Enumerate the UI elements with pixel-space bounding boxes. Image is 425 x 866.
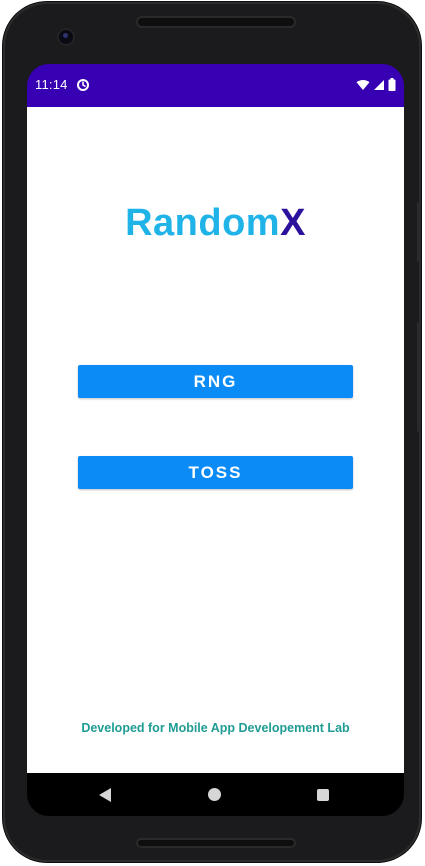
home-icon[interactable]: [208, 788, 221, 801]
app-title-main: Random: [125, 202, 281, 244]
wifi-icon: [356, 79, 370, 90]
status-icons: [356, 78, 396, 91]
phone-frame: 11:14 RandomX RNG TOSS Developed for Mob…: [3, 2, 421, 862]
power-button: [417, 322, 421, 432]
earpiece-speaker: [138, 18, 294, 26]
back-icon[interactable]: [99, 788, 111, 802]
front-camera-icon: [59, 30, 73, 44]
rng-button[interactable]: RNG: [78, 365, 353, 398]
app-title: RandomX: [27, 202, 404, 245]
volume-button: [417, 202, 421, 262]
sync-icon: [77, 79, 89, 91]
navigation-bar: [27, 773, 404, 816]
app-content: RandomX RNG TOSS Developed for Mobile Ap…: [27, 107, 404, 773]
status-time: 11:14: [35, 77, 68, 92]
device-screen: 11:14 RandomX RNG TOSS Developed for Mob…: [27, 64, 404, 816]
battery-icon: [388, 78, 396, 91]
footer-credit: Developed for Mobile App Developement La…: [81, 721, 350, 735]
signal-icon: [374, 79, 384, 90]
app-title-accent: X: [280, 202, 306, 244]
recents-icon[interactable]: [317, 789, 329, 801]
toss-button[interactable]: TOSS: [78, 456, 353, 489]
bottom-speaker: [138, 840, 294, 846]
status-bar: 11:14: [27, 64, 404, 107]
